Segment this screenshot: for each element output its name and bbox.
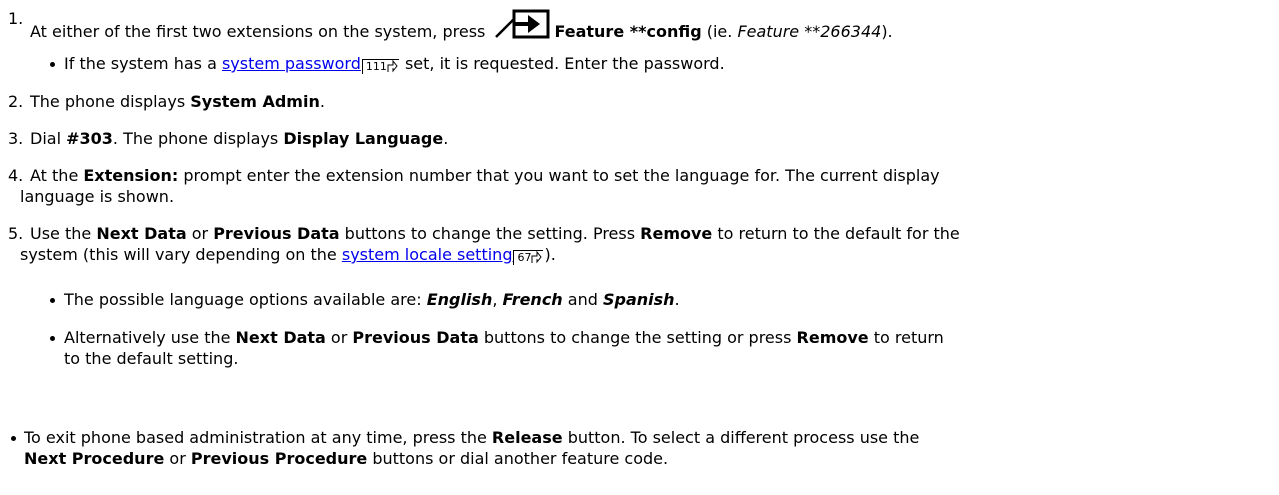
step-number: 1.: [8, 9, 24, 28]
bullet: [50, 62, 55, 67]
page-reference-arrow-icon: [531, 250, 543, 264]
system-password-link[interactable]: system password: [222, 54, 361, 73]
help-document: 1. At either of the first two extensions…: [8, 9, 960, 468]
feature-button-icon: [495, 9, 550, 39]
page-reference-111[interactable]: 111: [361, 59, 399, 74]
bullet: [50, 336, 55, 341]
page-reference-67[interactable]: 67: [513, 250, 544, 265]
system-locale-setting-link[interactable]: system locale setting: [342, 245, 513, 264]
page-reference-arrow-icon: [387, 59, 398, 73]
bullet: [11, 436, 16, 441]
bullet: [50, 298, 55, 303]
